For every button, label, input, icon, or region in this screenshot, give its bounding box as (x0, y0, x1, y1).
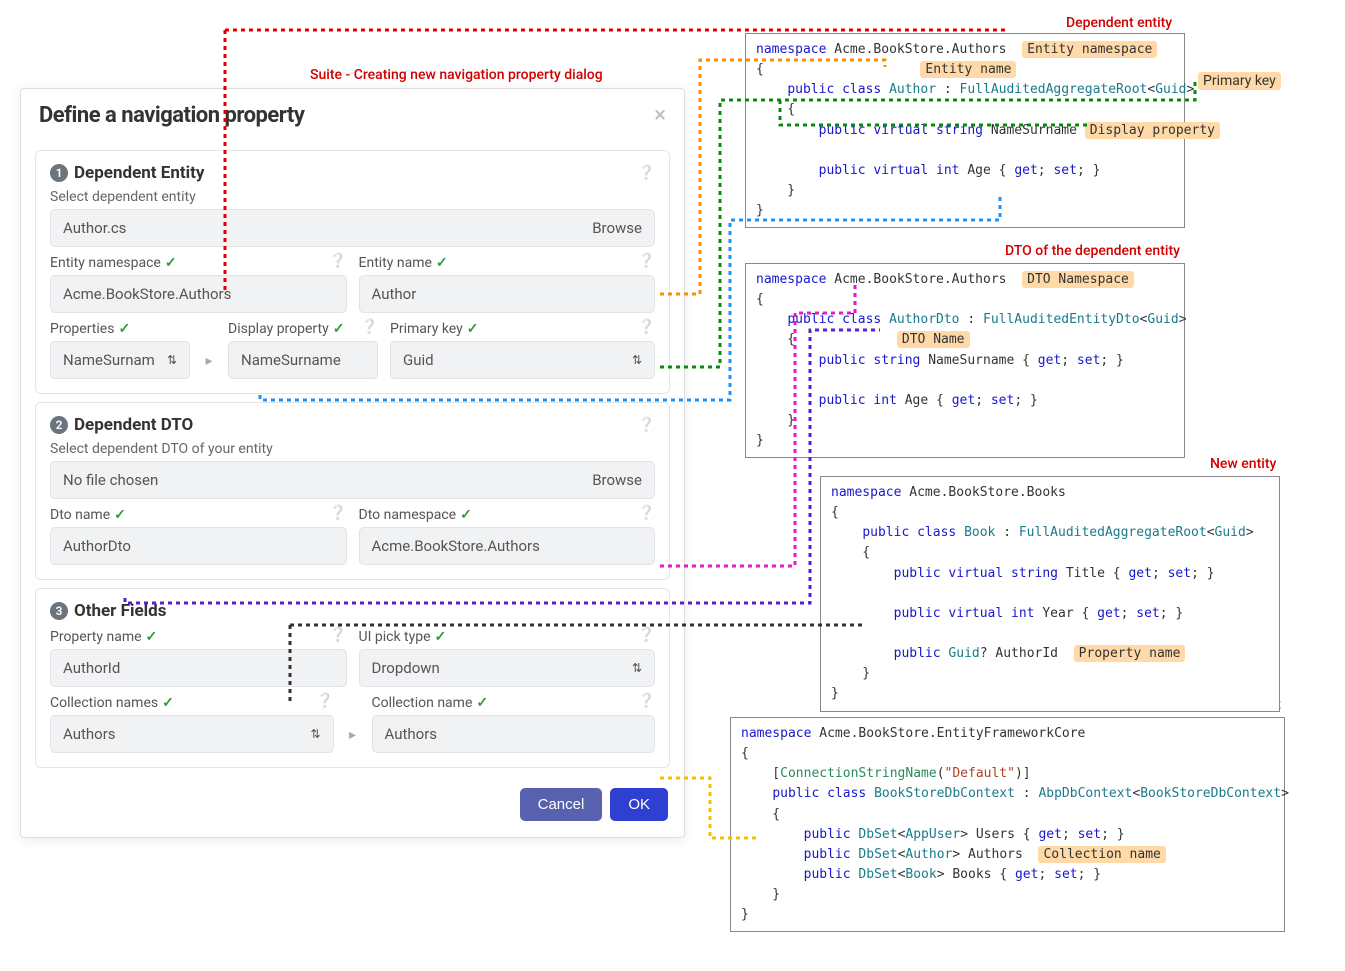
check-icon: ✓ (114, 507, 126, 523)
section-1-title: 1 Dependent Entity (50, 163, 204, 183)
properties-label: Properties ✓ (50, 321, 130, 337)
cancel-button[interactable]: Cancel (520, 788, 603, 821)
section-3-title: 3 Other Fields (50, 601, 166, 621)
check-icon: ✓ (165, 255, 177, 271)
dialog-footer: Cancel OK (21, 776, 684, 837)
help-icon[interactable]: ❔ (638, 627, 655, 643)
section-3-title-text: Other Fields (74, 601, 166, 621)
ui-pick-type-label: UI pick type ✓ (359, 629, 447, 645)
browse-button[interactable]: Browse (592, 219, 642, 237)
hl-primary-key: Primary key (1198, 73, 1281, 89)
section-other-fields: 3 Other Fields Property name ✓ ❔ AuthorId… (35, 588, 670, 768)
help-icon[interactable]: ❔ (638, 417, 655, 433)
ui-pick-type-select[interactable]: Dropdown⇅ (359, 649, 656, 687)
select-dependent-dto-label: Select dependent DTO of your entity (50, 441, 655, 457)
select-dependent-entity-label: Select dependent entity (50, 189, 655, 205)
section-1-title-text: Dependent Entity (74, 163, 204, 183)
dto-name-label: Dto name ✓ (50, 507, 126, 523)
code-dbcontext: namespace Acme.BookStore.EntityFramework… (730, 717, 1285, 932)
help-icon[interactable]: ❔ (329, 253, 346, 269)
collection-name-label: Collection name ✓ (372, 695, 489, 711)
dto-name-input[interactable]: AuthorDto (50, 527, 347, 565)
dependent-dto-file-value: No file chosen (63, 471, 158, 489)
dto-namespace-label: Dto namespace ✓ (359, 507, 472, 523)
browse-button[interactable]: Browse (592, 471, 642, 489)
arrow-right-icon: ▸ (346, 727, 360, 753)
hl-entity-namespace: Entity namespace (1022, 41, 1157, 58)
help-icon[interactable]: ❔ (361, 319, 378, 335)
check-icon: ✓ (118, 321, 130, 337)
hl-collection-name: Collection name (1038, 846, 1165, 863)
property-name-input[interactable]: AuthorId (50, 649, 347, 687)
hl-dto-name: DTO Name (897, 331, 970, 348)
dto-namespace-input[interactable]: Acme.BookStore.Authors (359, 527, 656, 565)
collection-names-select[interactable]: Authors⇅ (50, 715, 334, 753)
help-icon[interactable]: ❔ (329, 627, 346, 643)
help-icon[interactable]: ❔ (638, 319, 655, 335)
section-2-title: 2 Dependent DTO (50, 415, 193, 435)
check-icon: ✓ (146, 629, 158, 645)
entity-name-label: Entity name ✓ (359, 255, 448, 271)
sort-icon: ⇅ (310, 727, 320, 741)
check-icon: ✓ (333, 321, 345, 337)
annotation-dialog-caption: Suite - Creating new navigation property… (310, 67, 603, 83)
step-2-badge: 2 (50, 416, 68, 434)
ok-button[interactable]: OK (610, 788, 668, 821)
help-icon[interactable]: ❔ (329, 505, 346, 521)
section-dependent-dto: 2 Dependent DTO ❔ Select dependent DTO o… (35, 402, 670, 580)
check-icon: ✓ (435, 629, 447, 645)
properties-select[interactable]: NameSurnam⇅ (50, 341, 190, 379)
help-icon[interactable]: ❔ (316, 693, 333, 709)
check-icon: ✓ (476, 695, 488, 711)
display-property-label: Display property ✓ (228, 321, 344, 337)
sort-icon: ⇅ (167, 353, 177, 367)
help-icon[interactable]: ❔ (638, 693, 655, 709)
entity-name-input[interactable]: Author (359, 275, 656, 313)
annotation-dependent-entity: Dependent entity (1066, 15, 1172, 31)
hl-property-name: Property name (1074, 645, 1186, 662)
step-1-badge: 1 (50, 164, 68, 182)
collection-names-label: Collection names ✓ (50, 695, 174, 711)
section-2-title-text: Dependent DTO (74, 415, 193, 435)
primary-key-label: Primary key ✓ (390, 321, 479, 337)
code-book-entity: namespace Acme.BookStore.Books { public … (820, 476, 1280, 712)
help-icon[interactable]: ❔ (638, 253, 655, 269)
section-dependent-entity: 1 Dependent Entity ❔ Select dependent en… (35, 150, 670, 394)
dependent-dto-file-input[interactable]: No file chosen Browse (50, 461, 655, 499)
entity-namespace-label: Entity namespace ✓ (50, 255, 177, 271)
primary-key-select[interactable]: Guid⇅ (390, 341, 655, 379)
display-property-input[interactable]: NameSurname (228, 341, 378, 379)
dependent-entity-file-value: Author.cs (63, 219, 126, 237)
check-icon: ✓ (162, 695, 174, 711)
dialog-title: Define a navigation property (39, 103, 304, 128)
dialog-header: Define a navigation property × (21, 89, 684, 142)
arrow-right-icon: ▸ (202, 353, 216, 379)
collection-name-input[interactable]: Authors (372, 715, 656, 753)
step-3-badge: 3 (50, 602, 68, 620)
annotation-new-entity: New entity (1210, 456, 1276, 472)
sort-icon: ⇅ (632, 661, 642, 675)
annotation-dto-dependent: DTO of the dependent entity (1005, 243, 1180, 259)
hl-entity-name: Entity name (920, 61, 1016, 78)
help-icon[interactable]: ❔ (638, 505, 655, 521)
check-icon: ✓ (460, 507, 472, 523)
sort-icon: ⇅ (632, 353, 642, 367)
help-icon[interactable]: ❔ (638, 165, 655, 181)
close-icon[interactable]: × (654, 103, 666, 128)
property-name-label: Property name ✓ (50, 629, 157, 645)
code-author-dto: namespace Acme.BookStore.Authors DTO Nam… (745, 263, 1185, 458)
entity-namespace-input[interactable]: Acme.BookStore.Authors (50, 275, 347, 313)
code-author-entity: namespace Acme.BookStore.Authors Entity … (745, 33, 1185, 228)
navigation-property-dialog: Define a navigation property × 1 Depende… (20, 88, 685, 838)
dependent-entity-file-input[interactable]: Author.cs Browse (50, 209, 655, 247)
check-icon: ✓ (467, 321, 479, 337)
check-icon: ✓ (436, 255, 448, 271)
hl-dto-namespace: DTO Namespace (1022, 271, 1134, 288)
hl-display-property: Display property (1085, 122, 1220, 139)
